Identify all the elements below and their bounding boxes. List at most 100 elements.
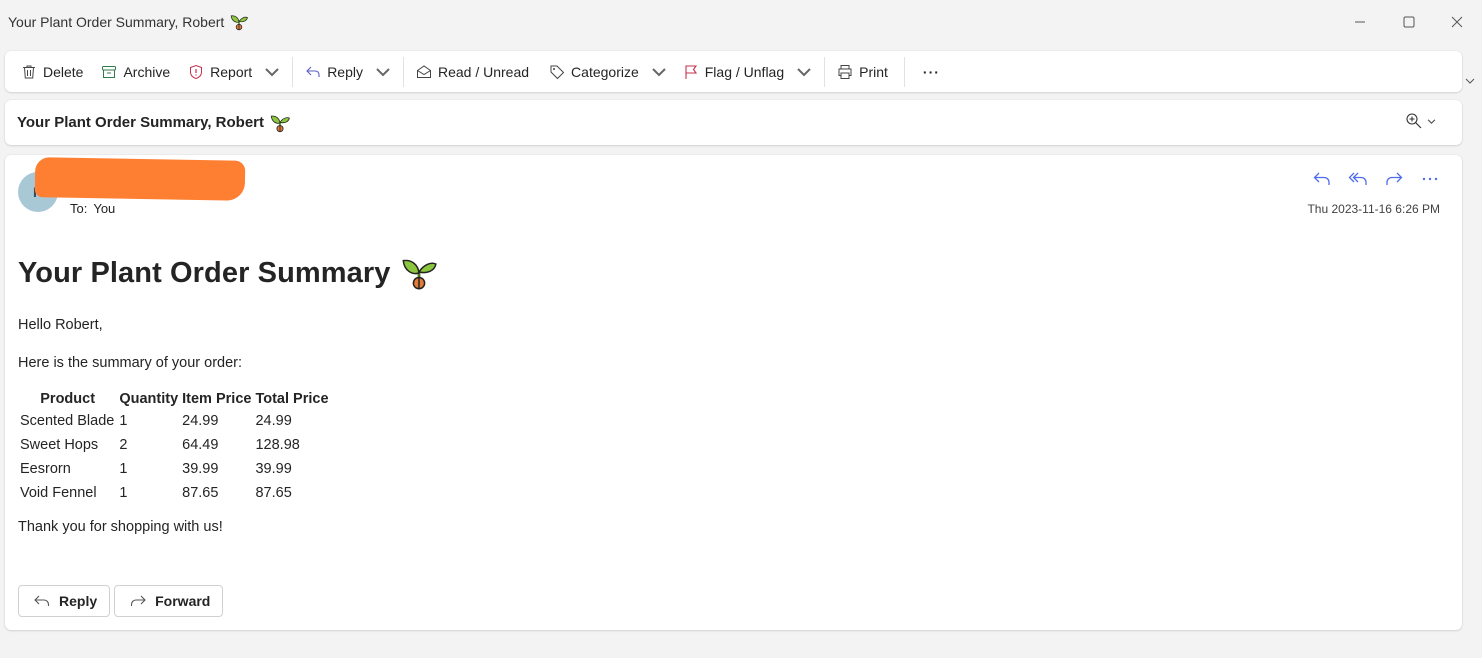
footer-actions: Reply Forward bbox=[18, 585, 224, 617]
close-icon bbox=[1451, 16, 1463, 28]
toolbar-divider bbox=[292, 56, 294, 87]
message-actions bbox=[1312, 169, 1440, 189]
reply-icon[interactable] bbox=[1312, 169, 1332, 189]
archive-icon bbox=[102, 65, 117, 78]
chevron-down-icon[interactable] bbox=[375, 64, 391, 80]
item-price-cell: 24.99 bbox=[182, 413, 219, 429]
chevron-down-icon[interactable] bbox=[264, 64, 280, 80]
quantity-cell: 1 bbox=[119, 461, 128, 477]
read-unread-label: Read / Unread bbox=[437, 63, 530, 80]
reply-icon bbox=[306, 66, 320, 77]
forward-footer-label: Forward bbox=[155, 593, 211, 609]
product-cell: Void Fennel bbox=[20, 485, 97, 501]
item-price-cell: 64.49 bbox=[182, 437, 219, 453]
close-button[interactable] bbox=[1443, 10, 1471, 34]
shield-icon bbox=[190, 64, 203, 79]
more-actions-icon[interactable] bbox=[1420, 169, 1440, 189]
column-header: Total Price bbox=[255, 391, 329, 407]
delete-button[interactable]: Delete bbox=[15, 57, 89, 87]
reply-icon bbox=[34, 595, 50, 606]
categorize-label: Categorize bbox=[571, 63, 639, 80]
heading-text: Your Plant Order Summary bbox=[18, 256, 391, 289]
tag-icon bbox=[550, 65, 565, 79]
maximize-icon bbox=[1403, 16, 1415, 28]
greeting: Hello Robert, bbox=[18, 317, 103, 333]
column-header: Product bbox=[40, 391, 96, 407]
recipient-line: To: You bbox=[70, 201, 121, 216]
forward-footer-button[interactable]: Forward bbox=[114, 585, 224, 617]
reply-label: Reply bbox=[327, 63, 363, 80]
reply-all-icon[interactable] bbox=[1348, 169, 1368, 189]
title-bar: Your Plant Order Summary, Robert bbox=[0, 0, 1482, 44]
maximize-button[interactable] bbox=[1395, 10, 1423, 34]
total-price-cell: 128.98 bbox=[255, 437, 300, 453]
message-card: R To:You Thu 2023-11-16 6:26 PM Your Pla… bbox=[5, 155, 1462, 630]
printer-icon bbox=[838, 64, 852, 79]
total-price-cell: 39.99 bbox=[255, 461, 292, 477]
to-value[interactable]: You bbox=[93, 201, 115, 216]
column-header: Item Price bbox=[182, 391, 252, 407]
minimize-button[interactable] bbox=[1346, 10, 1374, 34]
flag-button[interactable]: Flag / Unflag bbox=[677, 57, 818, 87]
categorize-button[interactable]: Categorize bbox=[543, 57, 673, 87]
flag-label: Flag / Unflag bbox=[704, 63, 785, 80]
print-label: Print bbox=[859, 63, 888, 80]
table-row: Scented Blade 1 24.99 24.99 bbox=[18, 409, 331, 433]
sprout-icon bbox=[401, 255, 437, 291]
subject-title: Your Plant Order Summary, Robert bbox=[17, 113, 290, 133]
sprout-icon bbox=[230, 13, 248, 31]
toolbar-divider bbox=[903, 56, 905, 87]
sprout-icon bbox=[270, 113, 290, 133]
message-datetime: Thu 2023-11-16 6:26 PM bbox=[1307, 202, 1440, 216]
reply-footer-button[interactable]: Reply bbox=[18, 585, 111, 617]
report-button[interactable]: Report bbox=[182, 57, 286, 87]
reply-footer-label: Reply bbox=[59, 593, 98, 609]
message-body: Your Plant Order Summary Hello Robert, H… bbox=[18, 255, 437, 535]
window-title-text: Your Plant Order Summary, Robert bbox=[8, 14, 225, 30]
subject-text: Your Plant Order Summary, Robert bbox=[17, 114, 264, 131]
table-header-row: Product Quantity Item Price Total Price bbox=[18, 389, 331, 409]
forward-icon[interactable] bbox=[1384, 169, 1404, 189]
closing-text: Thank you for shopping with us! bbox=[18, 519, 223, 535]
table-row: Eesrorn 1 39.99 39.99 bbox=[18, 457, 331, 481]
toolbar-divider bbox=[824, 56, 826, 87]
reply-button[interactable]: Reply bbox=[299, 57, 397, 87]
window-title: Your Plant Order Summary, Robert bbox=[8, 13, 248, 31]
zoom-button[interactable] bbox=[1405, 112, 1436, 130]
report-label: Report bbox=[210, 63, 253, 80]
toolbar-divider bbox=[402, 56, 404, 87]
forward-icon bbox=[131, 595, 146, 606]
item-price-cell: 39.99 bbox=[182, 461, 219, 477]
zoom-in-icon bbox=[1406, 113, 1422, 129]
command-toolbar: Delete Archive Report Reply Read / Unrea… bbox=[5, 51, 1462, 92]
redacted-sender bbox=[34, 157, 246, 201]
minimize-icon bbox=[1355, 21, 1365, 23]
read-unread-button[interactable]: Read / Unread bbox=[410, 57, 535, 87]
envelope-open-icon bbox=[416, 64, 431, 78]
total-price-cell: 87.65 bbox=[255, 485, 292, 501]
quantity-cell: 1 bbox=[119, 413, 128, 429]
chevron-down-icon[interactable] bbox=[651, 64, 667, 80]
product-cell: Sweet Hops bbox=[20, 437, 99, 453]
print-button[interactable]: Print bbox=[831, 57, 894, 87]
flag-icon bbox=[685, 64, 697, 79]
column-header: Quantity bbox=[119, 391, 179, 407]
more-label: ··· bbox=[922, 63, 940, 80]
product-cell: Eesrorn bbox=[20, 461, 71, 477]
item-price-cell: 87.65 bbox=[182, 485, 219, 501]
order-table: Product Quantity Item Price Total Price … bbox=[18, 389, 331, 505]
product-cell: Scented Blade bbox=[20, 413, 115, 429]
more-options-button[interactable]: ··· bbox=[917, 57, 946, 87]
message-heading: Your Plant Order Summary bbox=[18, 255, 437, 291]
chevron-down-icon[interactable] bbox=[1464, 76, 1476, 86]
chevron-down-icon bbox=[1427, 118, 1436, 124]
quantity-cell: 1 bbox=[119, 485, 128, 501]
chevron-down-icon[interactable] bbox=[796, 64, 812, 80]
archive-button[interactable]: Archive bbox=[95, 57, 176, 87]
table-row: Sweet Hops 2 64.49 128.98 bbox=[18, 433, 331, 457]
total-price-cell: 24.99 bbox=[255, 413, 292, 429]
table-row: Void Fennel 1 87.65 87.65 bbox=[18, 481, 331, 505]
subject-bar: Your Plant Order Summary, Robert bbox=[5, 100, 1462, 145]
delete-label: Delete bbox=[43, 63, 84, 80]
trash-icon bbox=[23, 65, 35, 78]
